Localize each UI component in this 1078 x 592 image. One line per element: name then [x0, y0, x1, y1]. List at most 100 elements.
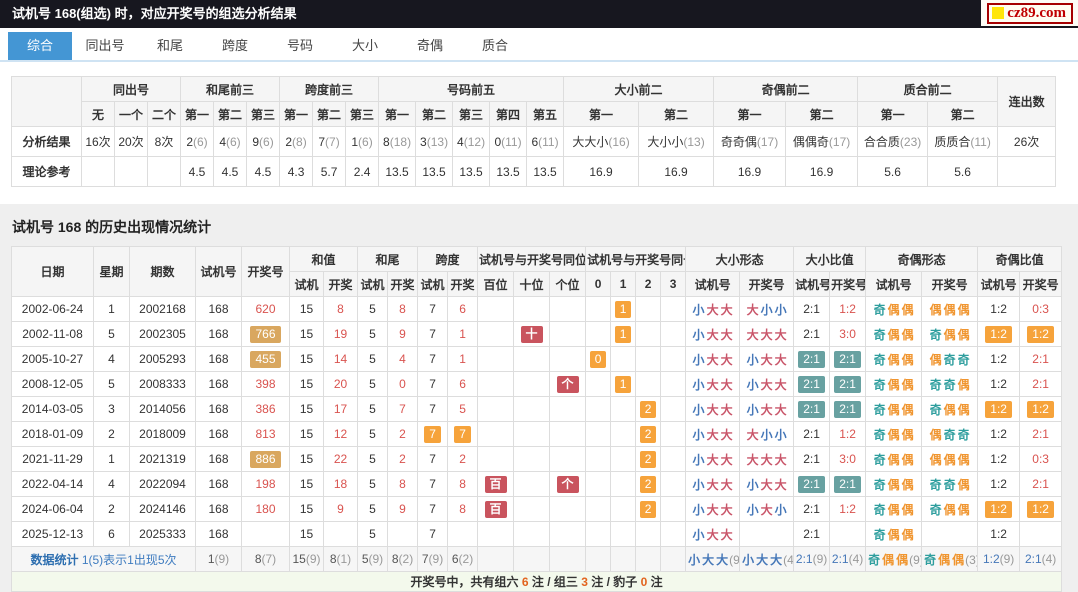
cell-same-2	[635, 321, 662, 347]
cell-week: 6	[93, 521, 130, 547]
tab-tongchuhao[interactable]: 同出号	[73, 32, 137, 60]
cell-kuadu-shiji: 7	[417, 496, 449, 522]
site-logo[interactable]: cz89.com	[981, 0, 1078, 26]
cell-pos-ge	[549, 496, 587, 522]
cell-hewei-kaijiang: 9	[387, 321, 419, 347]
analysis-theory-cell: 13.5	[526, 156, 565, 187]
analysis-theory-cell: 16.9	[563, 156, 640, 187]
cell-same-1: 1	[610, 371, 637, 397]
analysis-result-row: 分析结果 16次 20次 8次 2(6) 4(6) 9(6) 2(8) 7(7) 1(6) 8(18…	[11, 126, 1057, 157]
history-subheader: 开奖号	[1019, 271, 1063, 297]
cell-hewei-shiji: 5	[357, 346, 389, 372]
cell-kuadu-kaijiang: 2	[447, 446, 479, 472]
analysis-subheader: 无	[81, 101, 115, 127]
cell-daxiao-shiji: 小大大	[685, 471, 741, 497]
analysis-result-cell: 2(6)	[180, 126, 215, 157]
history-subheader: 3	[660, 271, 687, 297]
cell-kuadu-shiji: 7	[417, 446, 449, 472]
tab-jiou[interactable]: 奇偶	[398, 32, 462, 60]
analysis-group-header: 大小前二	[563, 76, 715, 102]
cell-jo-ratio-shiji: 1:2	[977, 371, 1021, 397]
cell-week: 4	[93, 471, 130, 497]
cell-pos-ge	[549, 446, 587, 472]
cell-hezhi-shiji: 15	[289, 496, 324, 522]
tab-hewei[interactable]: 和尾	[138, 32, 202, 60]
cell-same-2	[635, 296, 662, 322]
cell-daxiao-shiji: 小大大	[685, 296, 741, 322]
stats-cell	[549, 546, 587, 572]
history-group-header: 跨度	[417, 246, 479, 272]
cell-jo-ratio-shiji: 1:2	[977, 346, 1021, 372]
analysis-subheader: 第二	[927, 101, 999, 127]
analysis-subheader: 第三	[345, 101, 380, 127]
cell-kuadu-kaijiang	[447, 521, 479, 547]
cell-hezhi-kaijiang: 20	[322, 371, 359, 397]
cell-jiou-shiji: 奇偶偶	[865, 421, 923, 447]
cell-same-1	[610, 346, 637, 372]
history-subheader: 试机号	[977, 271, 1021, 297]
cell-hezhi-kaijiang: 19	[322, 321, 359, 347]
cell-same-1	[610, 471, 637, 497]
history-subheader: 试机号	[685, 271, 741, 297]
cell-kaijiang	[241, 521, 290, 547]
cell-shiji: 168	[195, 321, 242, 347]
cell-daxiao-shiji: 小大大	[685, 321, 741, 347]
cell-issue: 2002168	[129, 296, 196, 322]
cell-daxiao-shiji: 小大大	[685, 421, 741, 447]
cell-kuadu-kaijiang: 7	[447, 421, 479, 447]
cell-date: 2014-03-05	[11, 396, 94, 422]
cell-dx-ratio-shiji: 2:1	[793, 446, 831, 472]
cell-pos-ge: 个	[549, 471, 587, 497]
analysis-group-header: 同出号	[80, 76, 182, 102]
cell-hezhi-shiji: 15	[289, 296, 324, 322]
cell-daxiao-kaijiang: 大大大	[739, 321, 795, 347]
cell-daxiao-kaijiang: 大大大	[739, 446, 795, 472]
cell-kuadu-kaijiang: 8	[447, 496, 479, 522]
history-subheader: 开奖号	[829, 271, 867, 297]
cell-same-3	[660, 521, 687, 547]
cell-jiou-kaijiang: 奇偶偶	[921, 496, 979, 522]
cell-shiji: 168	[195, 496, 242, 522]
history-subheader: 开奖	[322, 271, 359, 297]
analysis-subheader: 第二	[638, 101, 715, 127]
cell-jiou-kaijiang: 奇奇偶	[921, 371, 979, 397]
cell-kaijiang: 198	[241, 471, 290, 497]
cell-date: 2021-11-29	[11, 446, 94, 472]
cell-kaijiang: 766	[241, 321, 290, 347]
cell-dx-ratio-kaijiang: 2:1	[829, 396, 867, 422]
tab-daxiao[interactable]: 大小	[333, 32, 397, 60]
tab-zonghe[interactable]: 综合	[8, 32, 72, 60]
history-group-header: 试机号与开奖号同号	[585, 246, 687, 272]
cell-kuadu-shiji: 7	[417, 321, 449, 347]
analysis-theory-cell: 16.9	[638, 156, 715, 187]
tab-haoma[interactable]: 号码	[268, 32, 332, 60]
cell-jiou-kaijiang: 偶奇奇	[921, 421, 979, 447]
cell-issue: 2014056	[129, 396, 196, 422]
history-subheader: 试机	[357, 271, 389, 297]
cell-kuadu-shiji: 7	[417, 346, 449, 372]
analysis-theory-cell: 13.5	[452, 156, 491, 187]
history-group-header: 日期	[11, 246, 94, 297]
cell-hewei-kaijiang: 0	[387, 371, 419, 397]
analysis-group-header: 和尾前三	[180, 76, 281, 102]
cell-week: 5	[93, 321, 130, 347]
cell-jiou-shiji: 奇偶偶	[865, 346, 923, 372]
cell-kaijiang: 455	[241, 346, 290, 372]
cell-same-1	[610, 446, 637, 472]
analysis-result-cell: 4(6)	[213, 126, 248, 157]
analysis-group-row: 同出号 和尾前三 跨度前三 号码前五 大小前二 奇偶前二 质合前二 连出数	[11, 76, 1057, 127]
cell-week: 2	[93, 496, 130, 522]
tab-zhihe[interactable]: 质合	[463, 32, 527, 60]
analysis-result-cell: 奇奇偶(17)	[713, 126, 787, 157]
cell-same-3	[660, 421, 687, 447]
cell-jo-ratio-shiji: 1:2	[977, 296, 1021, 322]
analysis-subheader: 第一	[378, 101, 417, 127]
tab-kuadu[interactable]: 跨度	[203, 32, 267, 60]
cell-jiou-shiji: 奇偶偶	[865, 521, 923, 547]
stats-cell: 15(9)	[289, 546, 324, 572]
stats-cell	[635, 546, 662, 572]
table-row: 2025-12-13 6 2025333 168 15 5 7 小大大 2:1 奇偶偶 1:2	[11, 521, 1063, 547]
cell-same-2: 2	[635, 396, 662, 422]
table-row: 2022-04-14 4 2022094 168 198 15 18 5 8 7 8 百个 2 小大大小大…	[11, 471, 1063, 497]
stats-cell: 1(9)	[195, 546, 242, 572]
